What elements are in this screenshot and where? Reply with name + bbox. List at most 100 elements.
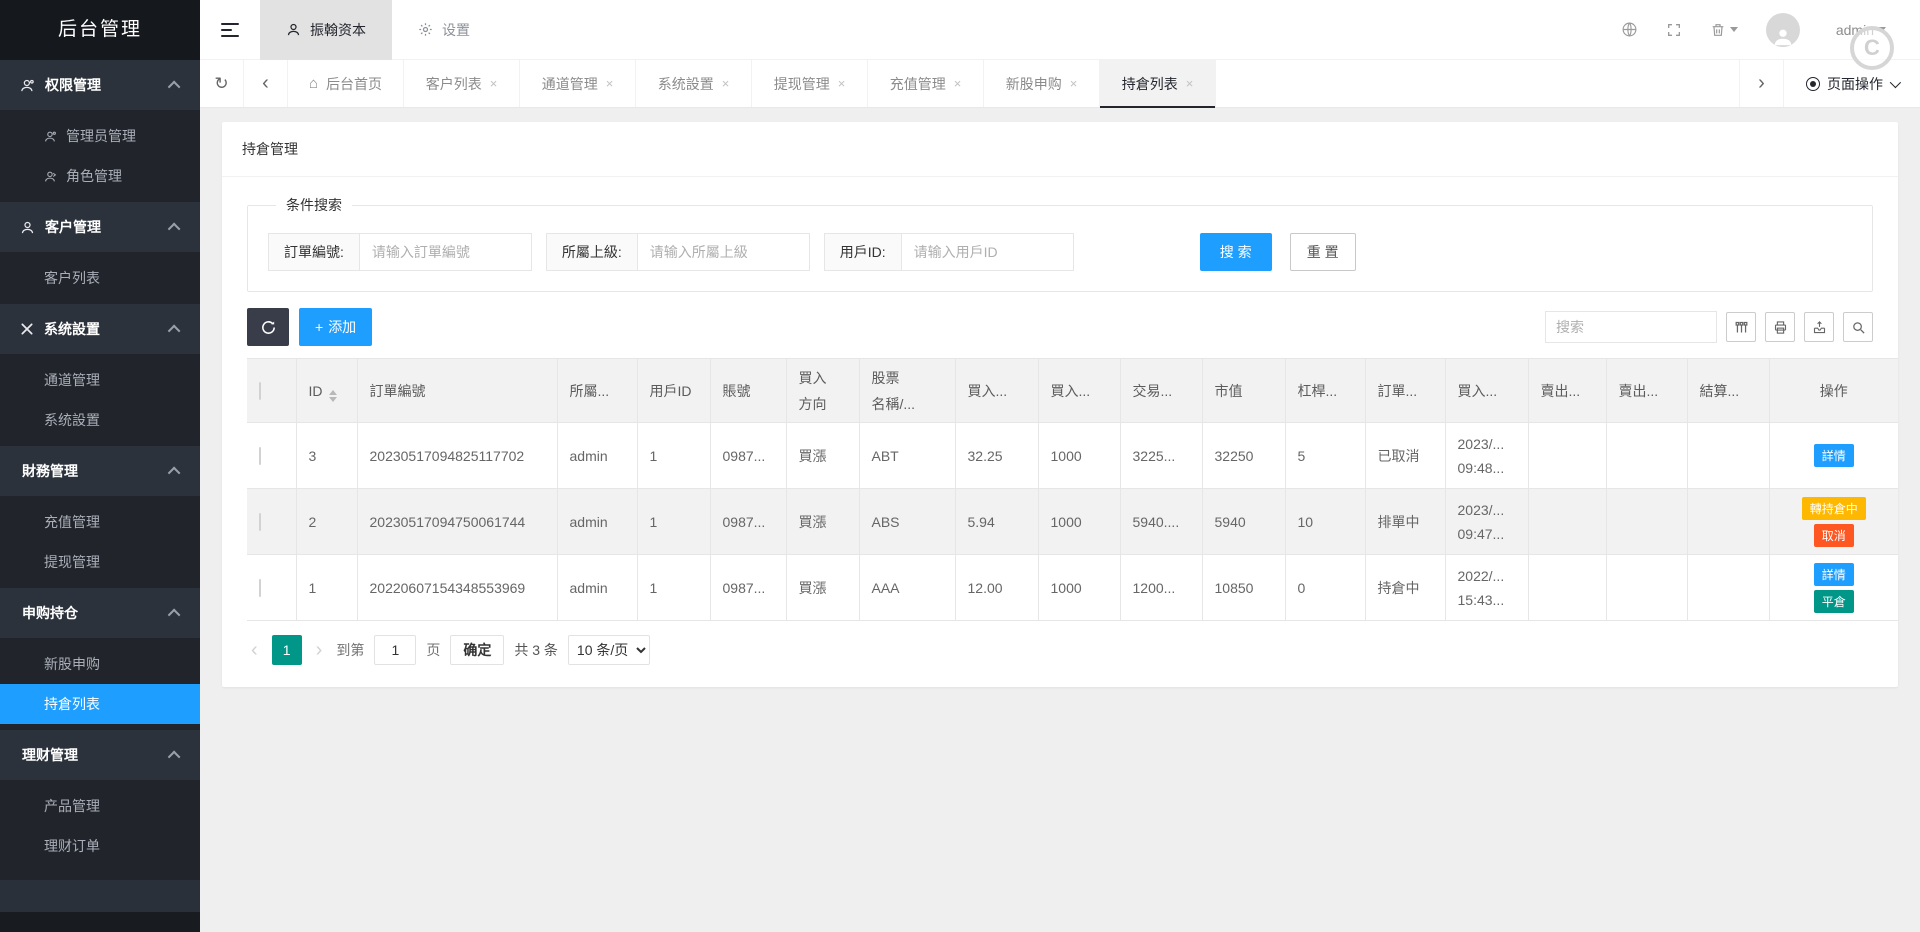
columns-filter-icon[interactable] <box>1726 312 1756 342</box>
cell-buy-price: 12.00 <box>955 554 1039 621</box>
reset-button[interactable]: 重 置 <box>1289 233 1356 271</box>
sidebar-item-label: 客户列表 <box>44 270 100 286</box>
home-icon: ⌂ <box>308 75 319 92</box>
col-settle: 結算... <box>1687 358 1770 423</box>
row-checkbox[interactable] <box>259 578 261 597</box>
tab-label: 系统設置 <box>657 75 714 92</box>
col-id[interactable]: ID <box>296 358 358 423</box>
refresh-button[interactable] <box>247 308 289 346</box>
total-count: 共 3 条 <box>514 642 558 658</box>
cell-sell-price <box>1528 488 1607 555</box>
sidebar-group-finance[interactable]: 財務管理 <box>0 446 200 496</box>
scroll-right-icon[interactable]: › <box>1739 60 1783 107</box>
sidebar-item-channel-management[interactable]: 通道管理 <box>0 360 200 400</box>
cell-buy-qty: 1000 <box>1038 554 1121 621</box>
user-icon <box>286 22 301 37</box>
tab-channel-management[interactable]: 通道管理 × <box>520 60 636 107</box>
detail-button[interactable]: 詳情 <box>1813 562 1854 586</box>
clear-cache-icon[interactable] <box>1710 22 1738 38</box>
sidebar-item-admin-management[interactable]: 管理员管理 <box>0 116 200 156</box>
sidebar-item-label: 通道管理 <box>44 372 100 388</box>
tab-home[interactable]: ⌂ 后台首页 <box>288 60 404 107</box>
cell-settle <box>1687 488 1770 555</box>
close-icon[interactable]: × <box>606 76 614 91</box>
refresh-tabs-icon[interactable]: ↻ <box>200 60 244 107</box>
print-icon[interactable] <box>1765 312 1795 342</box>
select-all-checkbox[interactable] <box>259 381 261 400</box>
sidebar-item-system-settings[interactable]: 系统設置 <box>0 400 200 440</box>
detail-button[interactable]: 詳情 <box>1813 444 1854 467</box>
order-no-input[interactable] <box>359 233 532 271</box>
tab-withdraw-management[interactable]: 提现管理 × <box>752 60 868 107</box>
tab-label: 客户列表 <box>425 75 482 92</box>
sidebar-item-position-list[interactable]: 持倉列表 <box>0 684 200 724</box>
cell-market-value: 32250 <box>1202 422 1286 489</box>
cell-sell-price <box>1528 422 1607 489</box>
prev-page-icon[interactable]: ‹ <box>247 639 262 662</box>
menu-fold-icon[interactable] <box>200 22 260 37</box>
page-action-dropdown[interactable]: 页面操作 <box>1783 60 1920 107</box>
transfer-position-button[interactable]: 轉持倉中 <box>1801 496 1866 520</box>
next-page-icon[interactable]: › <box>312 639 327 662</box>
sidebar-group-permissions[interactable]: 权限管理 <box>0 60 200 110</box>
row-checkbox[interactable] <box>259 512 261 531</box>
cell-leverage: 10 <box>1285 488 1366 555</box>
workspace-tab[interactable]: 振翰资本 <box>260 0 392 60</box>
sidebar-item-label: 充值管理 <box>44 514 100 530</box>
cell-sell-price <box>1528 554 1607 621</box>
sidebar-item-withdraw-management[interactable]: 提现管理 <box>0 542 200 582</box>
cancel-button[interactable]: 取消 <box>1813 523 1854 547</box>
close-icon[interactable]: × <box>838 76 846 91</box>
parent-input[interactable] <box>637 233 810 271</box>
goto-page-input[interactable] <box>374 635 417 665</box>
row-checkbox[interactable] <box>259 446 261 465</box>
settings-tab[interactable]: 设置 <box>392 0 496 60</box>
add-button[interactable]: + 添加 <box>299 308 373 346</box>
sidebar-item-customer-list[interactable]: 客户列表 <box>0 258 200 298</box>
sidebar-item-ipo-subscription[interactable]: 新股申购 <box>0 644 200 684</box>
zoom-icon[interactable] <box>1843 312 1873 342</box>
confirm-page-button[interactable]: 确定 <box>450 635 505 665</box>
chevron-up-icon <box>167 608 181 621</box>
tab-system-settings[interactable]: 系统設置 × <box>636 60 752 107</box>
close-icon[interactable]: × <box>722 76 730 91</box>
sidebar-item-role-management[interactable]: 角色管理 <box>0 156 200 196</box>
close-icon[interactable]: × <box>1186 76 1194 91</box>
current-page[interactable]: 1 <box>271 635 302 665</box>
sidebar-group-system-settings[interactable]: 系统設置 <box>0 304 200 354</box>
close-icon[interactable]: × <box>954 76 962 91</box>
table-search-input[interactable] <box>1545 311 1717 343</box>
sidebar-item-wealth-orders[interactable]: 理财订单 <box>0 826 200 866</box>
sidebar-item-recharge-management[interactable]: 充值管理 <box>0 502 200 542</box>
tab-recharge-management[interactable]: 充值管理 × <box>868 60 984 107</box>
cell-sell-qty <box>1606 488 1688 555</box>
cell-settle <box>1687 554 1770 621</box>
tab-position-list[interactable]: 持倉列表 × <box>1100 60 1216 108</box>
close-icon[interactable]: × <box>490 76 498 91</box>
export-icon[interactable] <box>1804 312 1834 342</box>
positions-table: ID 訂單編號 所屬... 用戶ID 賬號 買入 方向 股票 名稱/... 買入… <box>247 358 1898 621</box>
cell-buy-time: 2023/... 09:47... <box>1445 488 1529 555</box>
language-globe-icon[interactable] <box>1621 21 1638 38</box>
avatar[interactable] <box>1765 12 1800 47</box>
page-action-label: 页面操作 <box>1827 75 1883 92</box>
search-button[interactable]: 搜 索 <box>1199 233 1272 271</box>
tab-label: 充值管理 <box>889 75 946 92</box>
per-page-select[interactable]: 10 条/页 <box>567 635 650 665</box>
tab-customer-list[interactable]: 客户列表 × <box>404 60 520 107</box>
order-no-group: 訂單編號: <box>268 233 532 271</box>
main-content: 持倉管理 条件搜索 訂單編號: 所屬上級: 用戶ID: <box>200 108 1920 932</box>
close-position-button[interactable]: 平倉 <box>1813 589 1854 613</box>
sidebar-group-wealth[interactable]: 理财管理 <box>0 730 200 780</box>
sort-icon[interactable] <box>328 389 337 402</box>
fullscreen-icon[interactable] <box>1666 22 1682 38</box>
user-id-input[interactable] <box>901 233 1074 271</box>
tab-label: 后台首页 <box>326 75 383 92</box>
close-icon[interactable]: × <box>1070 76 1078 91</box>
floating-logo: C <box>1850 26 1894 70</box>
sidebar-group-customers[interactable]: 客户管理 <box>0 202 200 252</box>
scroll-left-icon[interactable]: ‹ <box>244 60 288 107</box>
sidebar-group-ipo-positions[interactable]: 申购持仓 <box>0 588 200 638</box>
sidebar-item-product-management[interactable]: 产品管理 <box>0 786 200 826</box>
tab-ipo-subscription[interactable]: 新股申购 × <box>984 60 1100 107</box>
